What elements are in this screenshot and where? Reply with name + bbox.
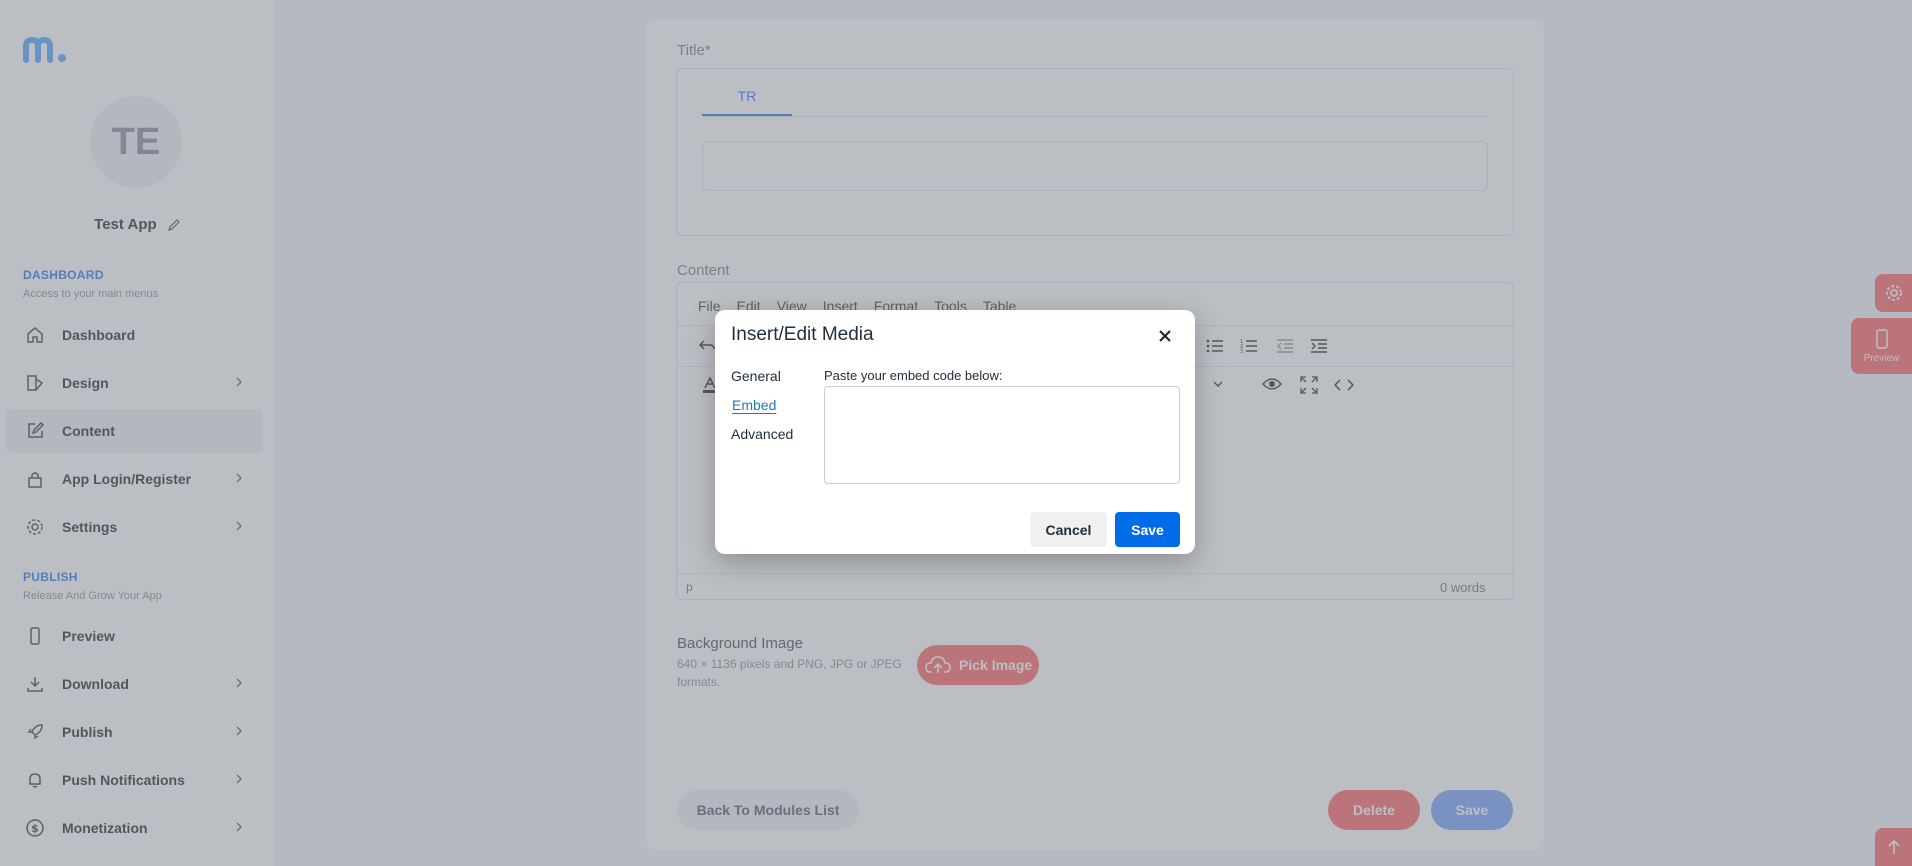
dialog-save-button[interactable]: Save (1115, 512, 1180, 547)
close-button[interactable] (1151, 322, 1179, 350)
embed-code-input[interactable] (824, 386, 1180, 484)
insert-edit-media-dialog: Insert/Edit Media General Embed Advanced… (715, 310, 1195, 554)
tab-general[interactable]: General (731, 368, 781, 384)
tab-embed[interactable]: Embed (731, 396, 777, 414)
cancel-button[interactable]: Cancel (1030, 512, 1107, 547)
tab-advanced[interactable]: Advanced (731, 426, 793, 442)
dialog-title: Insert/Edit Media (731, 324, 874, 345)
embed-code-label: Paste your embed code below: (824, 368, 1003, 383)
close-icon (1159, 330, 1171, 342)
